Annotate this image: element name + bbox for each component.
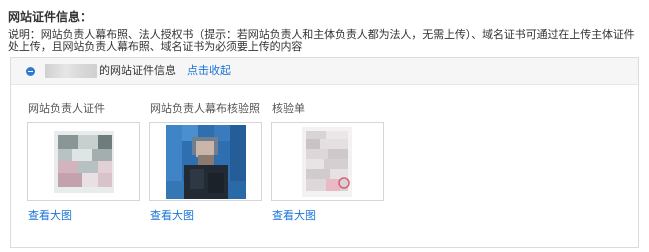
panel-header-title: 的网站证件信息 (99, 64, 176, 77)
doc-label-curtain-photo: 网站负责人幕布核验照 (150, 102, 260, 115)
view-large-link-3[interactable]: 查看大图 (272, 209, 316, 222)
thumbnail-id-document[interactable] (27, 122, 140, 201)
panel-header: 的网站证件信息 点击收起 (11, 58, 638, 85)
section-title: 网站证件信息： (8, 10, 93, 24)
redacted-site-name (45, 64, 97, 78)
minus-circle-icon[interactable] (26, 67, 35, 76)
collapse-link[interactable]: 点击收起 (187, 64, 231, 78)
thumbnail-verification-form[interactable] (271, 122, 384, 201)
doc-label-verification-form: 核验单 (272, 102, 305, 115)
view-large-link-1[interactable]: 查看大图 (28, 209, 72, 222)
doc-label-id: 网站负责人证件 (28, 102, 105, 115)
view-large-link-2[interactable]: 查看大图 (150, 209, 194, 222)
thumbnail-curtain-photo[interactable] (149, 122, 262, 201)
section-description: 说明：网站负责人幕布照、法人授权书（提示：若网站负责人和主体负责人都为法人，无需… (8, 28, 635, 53)
